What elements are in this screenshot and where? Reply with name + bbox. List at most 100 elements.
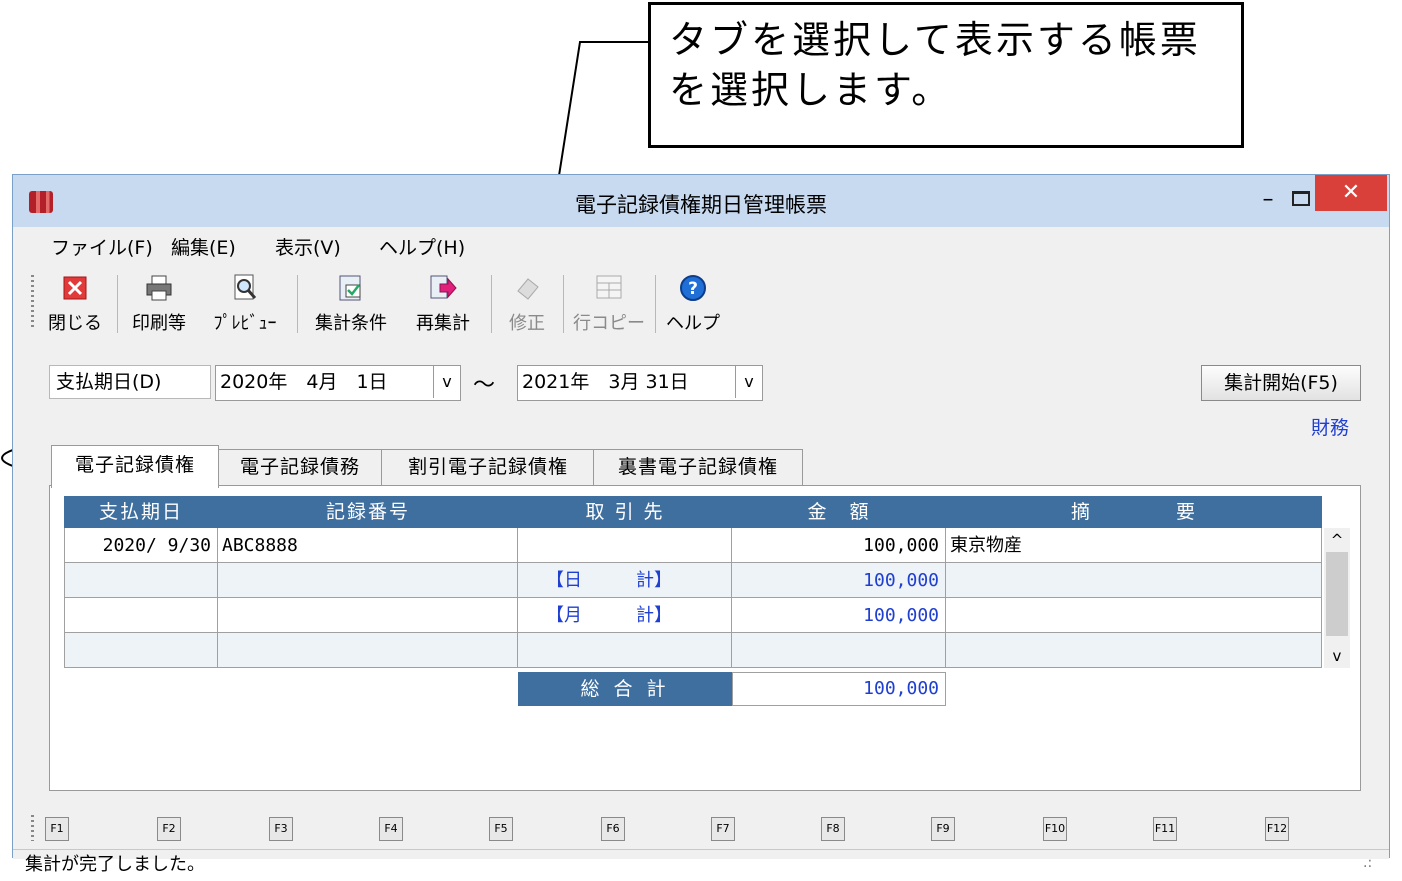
fkey-f1[interactable]: F1 (45, 817, 69, 841)
menu-help[interactable]: ヘルプ(H) (379, 233, 465, 260)
chevron-down-icon[interactable]: v (433, 366, 460, 398)
col-header-counterparty[interactable]: 取 引 先 (518, 496, 733, 528)
minimize-button[interactable]: – (1253, 185, 1283, 215)
scroll-up-icon[interactable]: ^ (1324, 528, 1350, 552)
table-cell[interactable] (518, 528, 732, 563)
col-header-amount[interactable]: 金 額 (732, 496, 947, 528)
fkey-f3[interactable]: F3 (269, 817, 293, 841)
title-bar[interactable]: 電子記録債権期日管理帳票 – ✕ (13, 175, 1389, 227)
maximize-button[interactable] (1283, 183, 1317, 213)
menu-view[interactable]: 表示(V) (275, 233, 341, 260)
fkey-f9[interactable]: F9 (931, 817, 955, 841)
table-cell[interactable] (218, 563, 518, 598)
fkey-f11[interactable]: F11 (1153, 817, 1177, 841)
fkey-f12[interactable]: F12 (1265, 817, 1289, 841)
table-cell[interactable] (946, 563, 1322, 598)
grand-total-value: 100,000 (732, 672, 946, 706)
table-cell[interactable] (64, 598, 218, 633)
table-cell[interactable] (64, 563, 218, 598)
report-panel: 支払期日 記録番号 取 引 先 金 額 摘 要 2020/ 9/30 ABC88… (49, 485, 1361, 791)
table-cell[interactable]: 東京物産 (946, 528, 1322, 563)
menu-edit[interactable]: 編集(E) (171, 233, 236, 260)
fkey-f2[interactable]: F2 (157, 817, 181, 841)
menu-bar: ファイル(F) 編集(E) 表示(V) ヘルプ(H) (13, 227, 1389, 263)
fkey-grip[interactable] (31, 815, 34, 841)
function-key-bar: F1 F2 F3 F4 F5 F6 F7 F8 F9 F10 F11 F12 (13, 809, 1389, 849)
date-to-value: 2021年 3月 31日 (522, 371, 689, 393)
client-area: ファイル(F) 編集(E) 表示(V) ヘルプ(H) 閉じる 印刷等 ﾌﾟﾚﾋﾞ… (13, 227, 1389, 875)
col-header-record-no[interactable]: 記録番号 (218, 496, 519, 528)
table-cell[interactable] (946, 598, 1322, 633)
close-x-icon (63, 276, 87, 300)
fkey-f7[interactable]: F7 (711, 817, 735, 841)
resize-grip-icon[interactable]: .: (1363, 855, 1372, 871)
help-label: ヘルプ (666, 313, 720, 334)
tab-discounted-receivables[interactable]: 割引電子記録債権 (381, 449, 595, 486)
table-cell[interactable] (518, 633, 732, 668)
range-tilde: ～ (473, 373, 496, 398)
month-subtotal-label: 【月 計】 (518, 598, 732, 633)
toolbar: 閉じる 印刷等 ﾌﾟﾚﾋﾞｭｰ 集計条件 再集計 修正 行コピー ? ヘルプ (13, 263, 1389, 341)
grand-total-label: 総 合 計 (518, 672, 732, 706)
scroll-down-icon[interactable]: v (1324, 644, 1350, 668)
close-button[interactable]: 閉じる (43, 273, 107, 337)
table-cell[interactable]: ABC8888 (218, 528, 518, 563)
recalc-button[interactable]: 再集計 (405, 273, 481, 337)
tab-electronic-receivables[interactable]: 電子記録債権 (51, 445, 219, 488)
toolbar-grip[interactable] (31, 275, 34, 329)
date-filter-label: 支払期日(D) (49, 365, 211, 399)
row-copy-icon (596, 275, 622, 299)
table-cell[interactable] (946, 633, 1322, 668)
row-copy-label: 行コピー (573, 313, 645, 334)
window-title: 電子記録債権期日管理帳票 (575, 193, 827, 217)
date-from-value: 2020年 4月 1日 (220, 371, 388, 393)
date-to-select[interactable]: 2021年 3月 31日 v (517, 365, 763, 401)
edit-button[interactable]: 修正 (497, 273, 557, 337)
date-from-select[interactable]: 2020年 4月 1日 v (215, 365, 461, 401)
edit-label: 修正 (509, 313, 545, 334)
table-cell[interactable] (732, 633, 946, 668)
preview-button[interactable]: ﾌﾟﾚﾋﾞｭｰ (203, 273, 287, 337)
preview-label: ﾌﾟﾚﾋﾞｭｰ (213, 313, 277, 334)
month-subtotal-value[interactable]: 100,000 (732, 598, 946, 633)
fkey-f5[interactable]: F5 (489, 817, 513, 841)
conditions-button[interactable]: 集計条件 (305, 273, 397, 337)
svg-text:?: ? (688, 279, 698, 299)
grid-scrollbar[interactable]: ^ v (1324, 528, 1350, 668)
tab-endorsed-receivables[interactable]: 裏書電子記録債権 (593, 449, 803, 486)
recalc-label: 再集計 (416, 313, 470, 334)
tab-electronic-payables[interactable]: 電子記録債務 (217, 449, 383, 486)
close-label: 閉じる (48, 313, 102, 334)
start-aggregation-button[interactable]: 集計開始(F5) (1201, 365, 1361, 401)
eraser-icon (517, 278, 539, 300)
close-window-button[interactable]: ✕ (1315, 175, 1387, 211)
menu-file[interactable]: ファイル(F) (51, 233, 153, 260)
table-cell[interactable]: 2020/ 9/30 (64, 528, 218, 563)
conditions-label: 集計条件 (315, 313, 387, 334)
col-header-memo[interactable]: 摘 要 (946, 496, 1323, 528)
scroll-thumb[interactable] (1326, 552, 1348, 636)
chevron-down-icon[interactable]: v (735, 366, 762, 398)
preview-magnifier-icon (234, 274, 257, 300)
recalc-arrow-icon (430, 275, 457, 299)
app-window: 電子記録債権期日管理帳票 – ✕ ファイル(F) 編集(E) 表示(V) ヘルプ… (12, 174, 1390, 875)
table-cell[interactable] (218, 633, 518, 668)
printer-icon (146, 275, 172, 301)
fkey-f10[interactable]: F10 (1043, 817, 1067, 841)
row-copy-button[interactable]: 行コピー (569, 273, 649, 337)
fkey-f4[interactable]: F4 (379, 817, 403, 841)
table-cell[interactable]: 100,000 (732, 528, 946, 563)
day-subtotal-label: 【日 計】 (518, 563, 732, 598)
day-subtotal-value[interactable]: 100,000 (732, 563, 946, 598)
help-button[interactable]: ? ヘルプ (661, 273, 725, 337)
zaimu-link[interactable]: 財務 (1311, 413, 1349, 440)
print-button[interactable]: 印刷等 (123, 273, 195, 337)
callout-line-2: を選択します。 (669, 68, 953, 112)
table-cell[interactable] (64, 633, 218, 668)
callout-line-1: タブを選択して表示する帳票 (669, 18, 1201, 62)
col-header-due-date[interactable]: 支払期日 (64, 496, 219, 528)
print-label: 印刷等 (132, 313, 186, 334)
table-cell[interactable] (218, 598, 518, 633)
fkey-f8[interactable]: F8 (821, 817, 845, 841)
fkey-f6[interactable]: F6 (601, 817, 625, 841)
